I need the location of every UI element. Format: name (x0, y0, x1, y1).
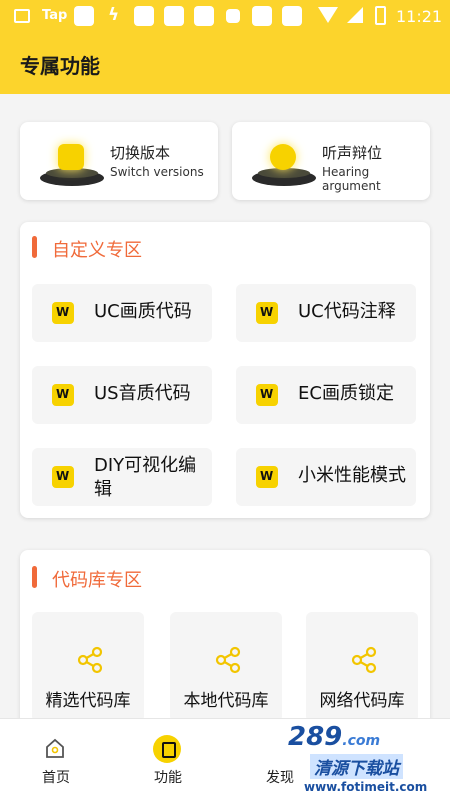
share-icon (215, 646, 241, 674)
w-icon (52, 302, 74, 324)
watermark-site: 清源下载站 (310, 754, 403, 779)
card-title: 切换版本 (110, 144, 171, 162)
carrier-label: Tap (42, 8, 68, 23)
xiaomi-performance-mode-tile[interactable]: 小米性能模式 (236, 448, 416, 506)
custom-section: 自定义专区 UC画质代码 UC代码注释 US音质代码 EC画质锁定 DIY可视化… (20, 222, 430, 518)
network-code-library-tile[interactable]: 网络代码库 (306, 612, 418, 722)
share-icon (77, 646, 103, 674)
tile-label: 小米性能模式 (298, 465, 406, 486)
nav-functions[interactable]: 功能 (112, 719, 224, 800)
tile-label: DIY可视化编辑 (94, 455, 197, 500)
uc-quality-code-tile[interactable]: UC画质代码 (32, 284, 212, 342)
featured-code-library-tile[interactable]: 精选代码库 (32, 612, 144, 722)
signal-icon (347, 7, 363, 23)
notification-icon (282, 6, 302, 26)
image-notification-icon (14, 9, 30, 23)
tile-label: 网络代码库 (319, 691, 405, 711)
notification-icon (164, 6, 184, 26)
status-bar: Tap ϟ 11:21 (0, 0, 450, 34)
card-subtitle: Hearing argument (322, 165, 381, 193)
tile-label: 精选代码库 (45, 691, 131, 711)
tile-label: 本地代码库 (183, 691, 269, 711)
clock: 11:21 (396, 7, 443, 26)
us-audio-code-tile[interactable]: US音质代码 (32, 366, 212, 424)
watermark-logo: 289.com 清源下载站 www.fotimeit.com (258, 722, 448, 798)
nav-home[interactable]: 首页 (0, 719, 112, 800)
notification-icon (74, 6, 94, 26)
ec-quality-lock-tile[interactable]: EC画质锁定 (236, 366, 416, 424)
notification-icon (252, 6, 272, 26)
tile-label: UC画质代码 (94, 301, 192, 322)
hearing-argument-card[interactable]: 听声辩位 Hearing argument (232, 122, 430, 200)
section-marker (32, 566, 37, 588)
local-code-library-tile[interactable]: 本地代码库 (170, 612, 282, 722)
nav-label: 首页 (42, 770, 70, 786)
section-title: 代码库专区 (52, 570, 142, 591)
nav-label: 功能 (154, 770, 182, 786)
pedestal-icon (252, 140, 316, 188)
diy-visual-edit-tile[interactable]: DIY可视化编辑 (32, 448, 212, 506)
card-subtitle: Switch versions (110, 165, 204, 179)
wifi-icon (318, 7, 338, 23)
page-title: 专属功能 (20, 54, 100, 78)
home-icon (46, 738, 64, 758)
functions-icon (153, 735, 181, 763)
notification-icon (194, 6, 214, 26)
card-title: 听声辩位 (322, 144, 383, 162)
charging-bolt-icon: ϟ (108, 5, 120, 25)
w-icon (52, 384, 74, 406)
tile-label: UC代码注释 (298, 301, 396, 322)
w-icon (256, 466, 278, 488)
uc-code-comment-tile[interactable]: UC代码注释 (236, 284, 416, 342)
watermark-url: www.fotimeit.com (304, 780, 428, 794)
notification-icon (134, 6, 154, 26)
switch-versions-card[interactable]: 切换版本 Switch versions (20, 122, 218, 200)
section-title: 自定义专区 (52, 240, 142, 261)
w-icon (52, 466, 74, 488)
w-icon (256, 302, 278, 324)
tile-label: EC画质锁定 (298, 383, 394, 404)
pedestal-icon (40, 140, 104, 188)
section-marker (32, 236, 37, 258)
tile-label: US音质代码 (94, 383, 191, 404)
app-header: 专属功能 (0, 34, 450, 94)
share-icon (351, 646, 377, 674)
w-icon (256, 384, 278, 406)
battery-icon (375, 6, 386, 25)
notification-icon (226, 9, 240, 23)
watermark-number: 289.com (288, 722, 381, 752)
